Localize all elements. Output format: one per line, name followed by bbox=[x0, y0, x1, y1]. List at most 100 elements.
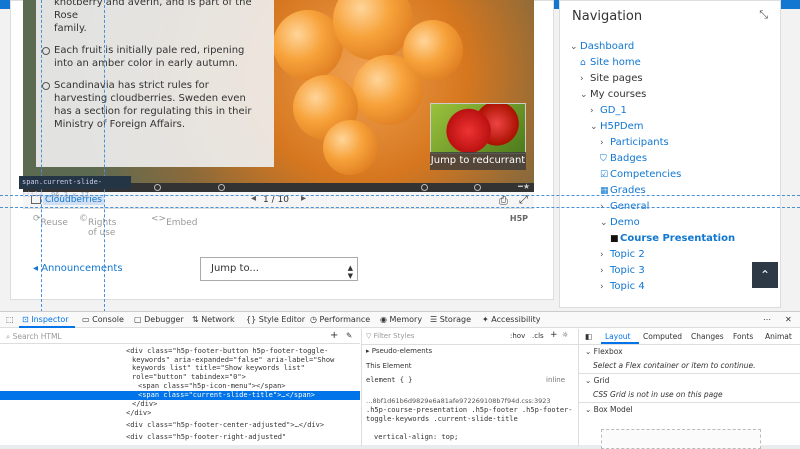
nav-label: Competencies bbox=[610, 169, 682, 180]
reuse-button[interactable]: ⟳ Reuse bbox=[33, 214, 68, 228]
nav-item-h5pdem[interactable]: ⌄ H5PDem bbox=[590, 121, 644, 132]
rights-label: Rights of use bbox=[88, 218, 117, 238]
chevron-right-icon: › bbox=[600, 250, 604, 260]
grid-section-toggle[interactable]: ⌄ Grid bbox=[585, 376, 609, 385]
devtools-tabbar: ⬚ ⊡ Inspector ▭ Console ▢ Debugger ⇅ Net… bbox=[0, 312, 800, 328]
nav-item-course-presentation[interactable]: ■Course Presentation bbox=[610, 233, 735, 244]
box-model-diagram[interactable] bbox=[601, 429, 761, 449]
scroll-to-top-button[interactable]: ⌃ bbox=[752, 262, 778, 288]
tab-accessibility[interactable]: ✦ Accessibility bbox=[482, 315, 540, 324]
presentation-slide: knotberry and averin, and is part of the… bbox=[23, 0, 534, 183]
rules-panel: ▽ Filter Styles :hov .cls + ☼ ▸ Pseudo-e… bbox=[361, 329, 578, 446]
hov-toggle[interactable]: :hov bbox=[510, 332, 525, 340]
chevron-down-icon: ⌄ bbox=[570, 42, 578, 52]
nav-label: Topic 2 bbox=[610, 249, 645, 260]
jump-to-select[interactable]: Jump to... ▲ ▼ bbox=[200, 257, 358, 281]
tab-layout[interactable]: Layout bbox=[605, 332, 631, 341]
html-node[interactable]: role="button" tabindex="0"> bbox=[0, 373, 360, 382]
nav-item-demo[interactable]: ⌄ Demo bbox=[600, 217, 640, 228]
slide-counter: 1 / 10 bbox=[263, 195, 289, 205]
tab-label: Storage bbox=[439, 315, 472, 324]
filter-styles-input[interactable]: ▽ Filter Styles bbox=[366, 332, 414, 340]
collapse-block-icon[interactable]: ⤡ bbox=[759, 8, 768, 22]
chevron-down-icon: ⌄ bbox=[580, 90, 588, 100]
html-node[interactable]: <div class="h5p-footer-center-adjusted">… bbox=[0, 421, 360, 430]
redcurrant-thumbnail[interactable] bbox=[430, 103, 526, 154]
embed-button[interactable]: <> Embed bbox=[151, 214, 198, 228]
nav-item-participants[interactable]: › Participants bbox=[600, 137, 669, 148]
light-theme-icon[interactable]: ☼ bbox=[562, 331, 568, 339]
nav-item-my-courses[interactable]: ⌄ My courses bbox=[580, 89, 646, 100]
tab-style-editor[interactable]: {} Style Editor bbox=[246, 315, 305, 324]
html-node[interactable]: <span class="h5p-icon-menu"></span> bbox=[0, 382, 360, 391]
embed-label: Embed bbox=[166, 218, 198, 228]
tab-label: Accessibility bbox=[491, 315, 541, 324]
add-node-icon[interactable]: + bbox=[330, 330, 338, 341]
nav-item-badges[interactable]: ⛉ Badges bbox=[600, 153, 647, 164]
jump-to-redcurrant-link[interactable]: Jump to redcurrant bbox=[430, 152, 526, 170]
rights-of-use-button[interactable]: © Rights of use bbox=[79, 214, 116, 238]
tab-memory[interactable]: ◉ Memory bbox=[380, 315, 422, 324]
html-node[interactable]: <div class="h5p-footer-button h5p-footer… bbox=[0, 347, 360, 356]
h5p-logo[interactable]: H5P bbox=[510, 214, 528, 223]
html-node[interactable]: </div> bbox=[0, 409, 360, 418]
flexbox-section-toggle[interactable]: ⌄ Flexbox bbox=[585, 347, 623, 356]
tooltip-dimensions: 96.3 × 17 bbox=[51, 191, 90, 199]
inspector-tooltip: span.current-slide-title 96.3 × 17 bbox=[19, 176, 131, 199]
html-search-input[interactable]: ⌕ Search HTML + ✎ bbox=[0, 329, 360, 344]
tab-storage[interactable]: ☰ Storage bbox=[430, 315, 471, 324]
rule-source-link[interactable]: …8bf1d61b6d9829e6a81afe972269108b7f94d.c… bbox=[366, 397, 550, 405]
pseudo-elements-toggle[interactable]: ▸ Pseudo-elements bbox=[366, 347, 432, 355]
tab-inspector[interactable]: ⊡ Inspector bbox=[22, 315, 69, 324]
announcements-link[interactable]: ◂ Announcements bbox=[33, 263, 123, 274]
box-model-section-toggle[interactable]: ⌄ Box Model bbox=[585, 405, 633, 414]
tab-performance[interactable]: ◷ Performance bbox=[310, 315, 370, 324]
berry-shape bbox=[323, 120, 378, 175]
nav-item-gd1[interactable]: › GD_1 bbox=[590, 105, 627, 116]
element-picker-icon[interactable]: ⬚ bbox=[6, 315, 14, 324]
navigation-block: Navigation ⤡ ⌄ Dashboard ⌂ Site home › Site… bbox=[559, 0, 781, 308]
cls-toggle[interactable]: .cls bbox=[532, 332, 544, 340]
tab-fonts[interactable]: Fonts bbox=[733, 332, 753, 341]
nav-item-competencies[interactable]: ☑ Competencies bbox=[600, 169, 681, 180]
slide-bullet-list: Each fruit is initially pale red, ripeni… bbox=[42, 44, 264, 131]
pseudo-label: Pseudo-elements bbox=[371, 347, 433, 355]
html-node[interactable]: keywords list" title="Show keywords list… bbox=[0, 364, 360, 373]
divider bbox=[579, 373, 800, 374]
element-rule[interactable]: element { } bbox=[366, 376, 412, 384]
nav-item-topic-2[interactable]: › Topic 2 bbox=[600, 249, 645, 260]
eyedropper-icon[interactable]: ✎ bbox=[346, 331, 352, 340]
nav-item-topic-4[interactable]: › Topic 4 bbox=[600, 281, 645, 292]
nav-label: Topic 3 bbox=[610, 265, 645, 276]
tab-network[interactable]: ⇅ Network bbox=[192, 315, 235, 324]
slide-bullet: Each fruit is initially pale red, ripeni… bbox=[42, 44, 264, 70]
nav-item-site-pages[interactable]: › Site pages bbox=[580, 73, 643, 84]
nav-label: My courses bbox=[590, 89, 647, 100]
progress-dot[interactable] bbox=[154, 184, 161, 191]
html-node[interactable]: <div class="h5p-footer-right-adjusted" bbox=[0, 433, 360, 442]
sidebar-toggle-icon[interactable]: ◧ bbox=[585, 332, 592, 341]
close-icon[interactable]: ✕ bbox=[785, 315, 792, 324]
print-icon[interactable]: ⎙ bbox=[499, 194, 508, 208]
progress-dot[interactable] bbox=[218, 184, 225, 191]
filter-placeholder: Filter Styles bbox=[373, 332, 415, 340]
tab-changes[interactable]: Changes bbox=[691, 332, 724, 341]
progress-dot[interactable] bbox=[421, 184, 428, 191]
html-node[interactable]: keywords" aria-expanded="false" aria-lab… bbox=[0, 356, 360, 365]
tab-animations[interactable]: Animat bbox=[765, 332, 792, 341]
nav-item-dashboard[interactable]: ⌄ Dashboard bbox=[570, 41, 634, 52]
chevron-right-icon: › bbox=[600, 138, 604, 148]
tab-console[interactable]: ▭ Console bbox=[82, 315, 124, 324]
css-declaration[interactable]: vertical-align: top; bbox=[374, 433, 458, 441]
tab-debugger[interactable]: ▢ Debugger bbox=[134, 315, 184, 324]
h5p-actions-bar: ⟳ Reuse © Rights of use <> Embed H5P bbox=[23, 210, 534, 238]
nav-item-site-home[interactable]: ⌂ Site home bbox=[580, 57, 641, 68]
check-square-icon: ☑ bbox=[600, 170, 609, 180]
tab-computed[interactable]: Computed bbox=[643, 332, 682, 341]
add-rule-icon[interactable]: + bbox=[550, 330, 558, 340]
more-options-icon[interactable]: ⋯ bbox=[763, 315, 771, 324]
nav-item-topic-3[interactable]: › Topic 3 bbox=[600, 265, 645, 276]
html-node-selected[interactable]: <span class="current-slide-title">…</spa… bbox=[0, 391, 360, 400]
html-node[interactable]: </div> bbox=[0, 400, 360, 409]
progress-dot[interactable] bbox=[474, 184, 481, 191]
